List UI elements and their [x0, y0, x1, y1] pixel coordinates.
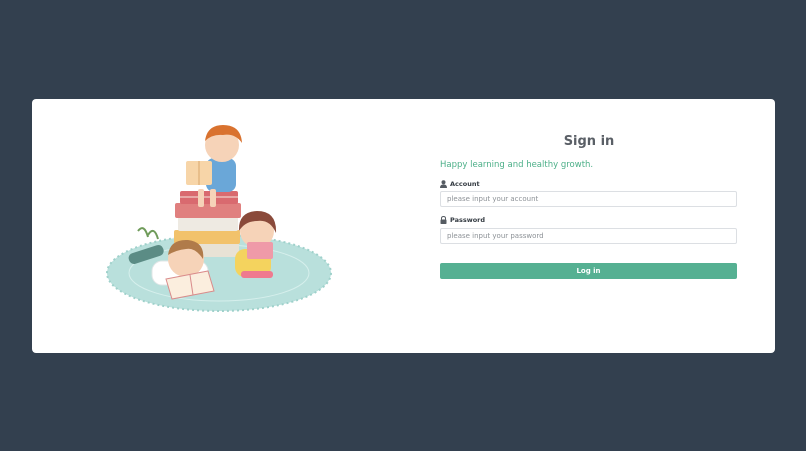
tagline: Happy learning and healthy growth.	[440, 160, 594, 170]
account-label-row: Account	[440, 180, 738, 188]
password-input[interactable]	[440, 228, 737, 244]
account-input[interactable]	[440, 191, 737, 207]
password-label: Password	[450, 216, 486, 224]
login-card: Sign in Happy learning and healthy growt…	[32, 99, 775, 353]
page-title: Sign in	[563, 134, 615, 149]
account-label: Account	[450, 180, 480, 188]
lock-icon	[440, 216, 447, 224]
children-reading-illustration	[102, 113, 337, 318]
user-icon	[440, 180, 447, 188]
login-button[interactable]: Log in	[440, 263, 737, 279]
password-label-row: Password	[440, 216, 738, 224]
